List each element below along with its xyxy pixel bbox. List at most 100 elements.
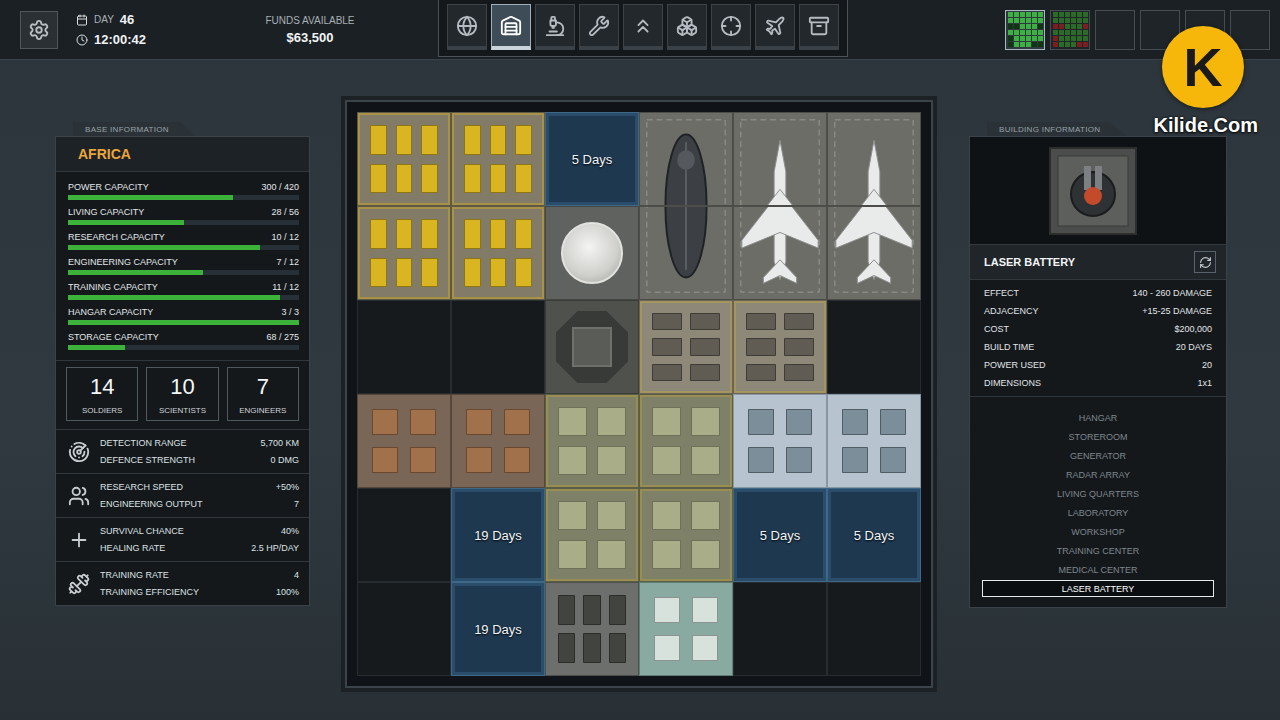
office-tile[interactable] [451, 394, 545, 488]
storage-tile[interactable] [451, 206, 545, 300]
nav-tab[interactable] [535, 4, 575, 50]
minimap-cell [1083, 42, 1088, 47]
minimap-cell [1008, 24, 1013, 29]
quarters-tile[interactable] [545, 488, 639, 582]
nav-tab[interactable] [579, 4, 619, 50]
nav-tab[interactable] [799, 4, 839, 50]
storage-tile[interactable] [357, 206, 451, 300]
stat-icon-box [66, 439, 92, 465]
hangar-tile[interactable] [733, 112, 827, 206]
room-fixture [597, 446, 626, 475]
nav-tab[interactable] [623, 4, 663, 50]
clock-icon [76, 34, 88, 46]
base-slot[interactable] [1050, 10, 1090, 50]
building-list-item[interactable]: STOREROOM [982, 428, 1214, 445]
lift-tile[interactable] [545, 300, 639, 394]
dropship-icon [640, 207, 732, 299]
minimap-cell [1038, 12, 1043, 17]
stat-line: DEFENCE STRENGTH0 DMG [100, 455, 299, 465]
empty-tile[interactable] [357, 582, 451, 676]
room-fixture [558, 595, 575, 625]
room-fixture [558, 407, 587, 436]
settings-button[interactable] [20, 11, 58, 49]
minimap-cell [1071, 36, 1076, 41]
hangar-tile[interactable] [827, 206, 921, 300]
capacity-label: LIVING CAPACITY [68, 207, 144, 217]
quarters-tile[interactable] [639, 394, 733, 488]
nav-tab[interactable] [667, 4, 707, 50]
empty-tile[interactable] [827, 300, 921, 394]
empty-tile[interactable] [733, 582, 827, 676]
hangar-tile[interactable] [639, 206, 733, 300]
room-fixture [597, 501, 626, 530]
room-fixture [370, 258, 387, 288]
nav-tab-icon [632, 15, 654, 37]
spec-label: POWER USED [984, 360, 1046, 370]
room-fixture [466, 447, 492, 473]
radar-tile[interactable] [545, 206, 639, 300]
nav-tab[interactable] [447, 4, 487, 50]
room-fixture [490, 219, 507, 249]
room-fixture [370, 219, 387, 249]
stat-icon-box [66, 571, 92, 597]
base-slot[interactable] [1095, 10, 1135, 50]
building-list-item[interactable]: MEDICAL CENTER [982, 561, 1214, 578]
quarters-tile[interactable] [545, 394, 639, 488]
minimap-cell [1038, 24, 1043, 29]
laboratory-tile[interactable] [733, 394, 827, 488]
base-slot[interactable] [1005, 10, 1045, 50]
building-list-item[interactable]: LASER BATTERY [982, 580, 1214, 597]
building-list-item[interactable]: RADAR ARRAY [982, 466, 1214, 483]
empty-tile[interactable] [451, 300, 545, 394]
spec-value: 1x1 [1197, 378, 1212, 388]
laboratory-tile[interactable] [827, 394, 921, 488]
hangar-tile[interactable] [639, 112, 733, 206]
minimap-cell [1008, 18, 1013, 23]
building-list-item[interactable]: WORKSHOP [982, 523, 1214, 540]
nav-tab[interactable] [711, 4, 751, 50]
room-fixture [515, 125, 532, 155]
office-tile[interactable] [357, 394, 451, 488]
empty-tile[interactable] [357, 300, 451, 394]
construction-tile[interactable]: 5 Days [733, 488, 827, 582]
workshop-tile[interactable] [639, 300, 733, 394]
construction-tile[interactable]: 19 Days [451, 488, 545, 582]
hangar-tile[interactable] [733, 206, 827, 300]
watermark-text: Kilide.Com [1154, 114, 1258, 137]
room-fixture [464, 219, 481, 249]
hangar-tile[interactable] [827, 112, 921, 206]
building-list-item[interactable]: TRAINING CENTER [982, 542, 1214, 559]
storage-tile[interactable] [357, 112, 451, 206]
building-list-item[interactable]: GENERATOR [982, 447, 1214, 464]
stat-label: RESEARCH SPEED [100, 482, 183, 492]
capacity-bar-fill [68, 195, 233, 200]
minimap-cell [1008, 30, 1013, 35]
building-list-item[interactable]: HANGAR [982, 409, 1214, 426]
empty-tile[interactable] [357, 488, 451, 582]
construction-tile[interactable]: 19 Days [451, 582, 545, 676]
capacity-value: 7 / 12 [276, 257, 299, 267]
quarters-tile[interactable] [639, 488, 733, 582]
minimap-cell [1059, 30, 1064, 35]
minimap-cell [1020, 24, 1025, 29]
construction-tile[interactable]: 5 Days [827, 488, 921, 582]
construction-tile[interactable]: 5 Days [545, 112, 639, 206]
build-days: 5 Days [572, 152, 612, 167]
workshop-tile[interactable] [733, 300, 827, 394]
training-tile[interactable] [545, 582, 639, 676]
day-label: DAY [94, 14, 114, 25]
minimap-cell [1077, 36, 1082, 41]
rotate-button[interactable] [1194, 251, 1216, 273]
building-list-item[interactable]: LABORATORY [982, 504, 1214, 521]
building-list-item[interactable]: LIVING QUARTERS [982, 485, 1214, 502]
empty-tile[interactable] [827, 582, 921, 676]
storage-tile[interactable] [451, 112, 545, 206]
panel-header: BASE INFORMATION [73, 122, 195, 136]
room-fixture [515, 219, 532, 249]
capacity-row: LIVING CAPACITY28 / 56 [68, 207, 299, 225]
nav-tab[interactable] [755, 4, 795, 50]
medical-tile[interactable] [639, 582, 733, 676]
nav-tab[interactable] [491, 4, 531, 50]
minimap-cell [1038, 18, 1043, 23]
minimap-cell [1065, 18, 1070, 23]
